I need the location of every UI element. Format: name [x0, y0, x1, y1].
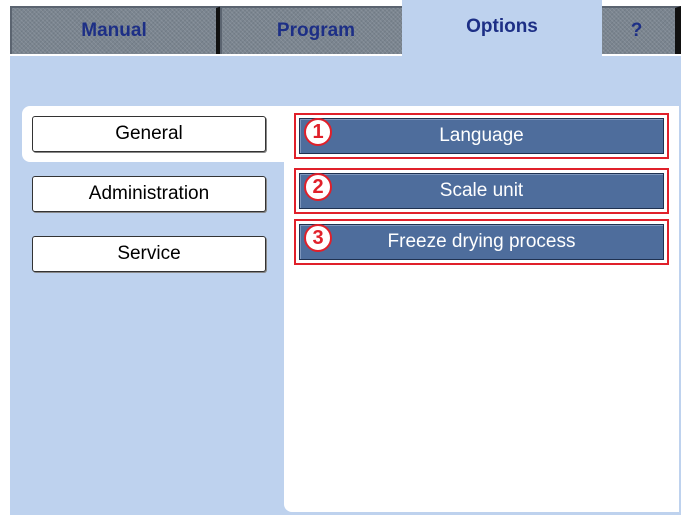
category-general-button[interactable]: General — [32, 116, 266, 152]
category-service-button[interactable]: Service — [32, 236, 266, 272]
scale-unit-button-label: Scale unit — [439, 180, 524, 201]
category-service-label: Service — [117, 243, 181, 264]
category-administration-label: Administration — [88, 183, 210, 204]
tab-options[interactable]: Options — [402, 0, 602, 62]
tab-program[interactable]: Program — [220, 6, 416, 54]
callout-number-1: 1 — [304, 118, 332, 146]
category-general-label: General — [115, 123, 183, 144]
freeze-drying-annotation-frame: Freeze drying process 3 — [294, 219, 669, 265]
freeze-drying-process-label: Freeze drying process — [387, 231, 576, 252]
tab-options-label: Options — [466, 16, 538, 37]
scale-unit-button[interactable]: Scale unit — [299, 173, 664, 209]
tab-help-label: ? — [630, 20, 643, 41]
language-annotation-frame: Language 1 — [294, 113, 669, 159]
options-content-area: General Administration Service Language … — [10, 56, 681, 515]
options-panel — [284, 106, 679, 512]
scale-unit-annotation-frame: Scale unit 2 — [294, 168, 669, 214]
tab-help[interactable]: ? — [596, 6, 681, 54]
freeze-drying-process-button[interactable]: Freeze drying process — [299, 224, 664, 260]
language-button-label: Language — [439, 125, 524, 146]
callout-number-3: 3 — [304, 224, 332, 252]
app-screen: Manual Program ? Options General Adminis… — [0, 0, 681, 515]
tab-manual-label: Manual — [81, 20, 147, 41]
tab-program-label: Program — [276, 20, 356, 41]
tab-manual[interactable]: Manual — [10, 6, 222, 54]
category-administration-button[interactable]: Administration — [32, 176, 266, 212]
language-button[interactable]: Language — [299, 118, 664, 154]
tab-bar: Manual Program ? Options — [0, 0, 681, 62]
callout-number-2: 2 — [304, 173, 332, 201]
